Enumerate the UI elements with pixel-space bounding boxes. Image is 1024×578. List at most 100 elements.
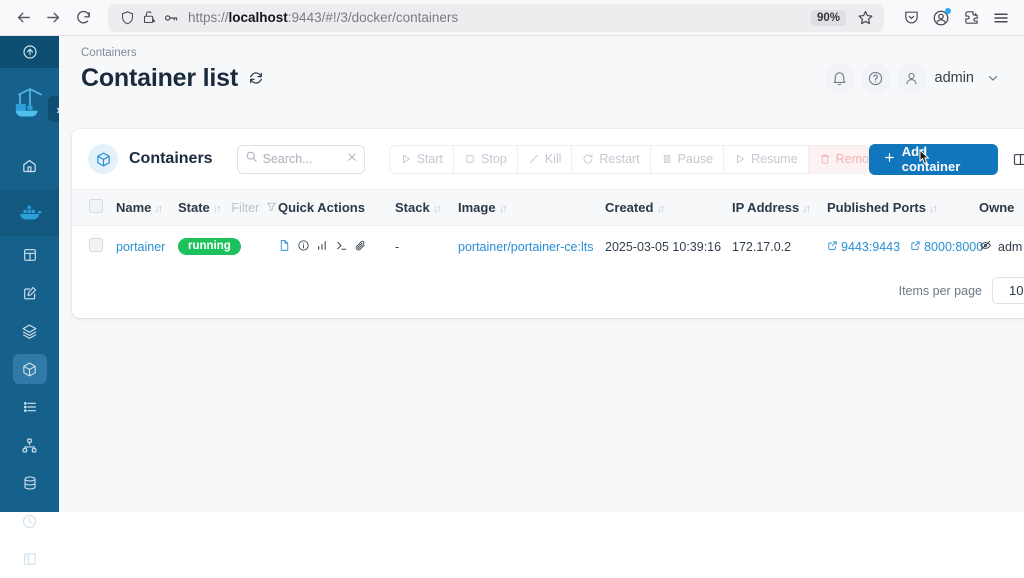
column-header-stack[interactable]: Stack ↓↑ bbox=[395, 190, 458, 226]
question-circle-icon[interactable] bbox=[860, 63, 891, 93]
account-icon[interactable] bbox=[926, 4, 956, 32]
pocket-icon[interactable] bbox=[896, 4, 926, 32]
user-icon[interactable] bbox=[896, 63, 927, 93]
key-icon[interactable] bbox=[160, 8, 182, 28]
select-all-header[interactable] bbox=[72, 190, 116, 226]
forward-arrow-icon[interactable] bbox=[38, 4, 68, 32]
extensions-icon[interactable] bbox=[956, 4, 986, 32]
row-checkbox[interactable] bbox=[89, 238, 103, 252]
restart-button[interactable]: Restart bbox=[572, 145, 651, 173]
sidebar-item-volumes[interactable] bbox=[0, 464, 59, 502]
sidebar-item-events[interactable] bbox=[0, 502, 59, 540]
sidebar-item-networks[interactable] bbox=[0, 426, 59, 464]
breadcrumb[interactable]: Containers bbox=[59, 36, 1024, 59]
cell-name[interactable]: portainer bbox=[116, 226, 178, 268]
containers-table: Name ↓↑ State ↓↑ Filter Quick Actions Stac… bbox=[72, 189, 1024, 267]
sidebar-item-home[interactable] bbox=[0, 140, 59, 190]
cell-stack: - bbox=[395, 239, 400, 254]
row-select-cell[interactable] bbox=[72, 226, 116, 268]
restart-button-label: Restart bbox=[599, 152, 640, 166]
column-header-published-ports[interactable]: Published Ports ↓↑ bbox=[827, 190, 979, 226]
attach-paperclip-icon[interactable] bbox=[354, 239, 367, 255]
column-header-ownership[interactable]: Owne bbox=[979, 190, 1024, 226]
logs-file-icon[interactable] bbox=[278, 239, 291, 255]
bell-icon[interactable] bbox=[824, 63, 855, 93]
account-notification-dot bbox=[945, 7, 951, 14]
list-icon bbox=[13, 392, 47, 422]
stop-button-label: Stop bbox=[480, 152, 507, 166]
image-link[interactable]: portainer/portainer-ce:lts bbox=[458, 240, 593, 254]
stop-button[interactable]: Stop bbox=[454, 145, 518, 173]
pause-button[interactable]: Pause bbox=[651, 145, 725, 173]
items-per-page-select[interactable]: 102550100 bbox=[992, 277, 1024, 304]
resume-button[interactable]: Resume bbox=[724, 145, 809, 173]
column-header-state[interactable]: State ↓↑ Filter bbox=[178, 190, 278, 226]
home-icon bbox=[13, 150, 47, 180]
published-port-link[interactable]: 9443:9443 bbox=[827, 240, 900, 254]
user-name[interactable]: admin bbox=[935, 70, 975, 86]
reload-icon[interactable] bbox=[68, 4, 98, 32]
portainer-logo-icon[interactable]: » bbox=[0, 68, 72, 140]
stats-chart-icon[interactable] bbox=[316, 239, 329, 255]
refresh-icon[interactable] bbox=[248, 70, 264, 86]
sort-icon: ↓↑ bbox=[154, 203, 163, 215]
table-toolbar: Containers Start Stop bbox=[72, 129, 1024, 189]
published-port-link[interactable]: 8000:8000 bbox=[910, 240, 983, 254]
status-badge: running bbox=[178, 238, 241, 255]
inspect-info-icon[interactable] bbox=[297, 239, 310, 255]
arrow-up-circle-icon[interactable] bbox=[0, 36, 59, 68]
column-header-created[interactable]: Created ↓↑ bbox=[605, 190, 732, 226]
page-title: Container list bbox=[81, 63, 238, 92]
cube-icon bbox=[12, 354, 47, 384]
plus-icon bbox=[883, 151, 896, 167]
sort-icon: ↓↑ bbox=[432, 203, 442, 215]
state-filter-label[interactable]: Filter bbox=[231, 201, 259, 215]
sidebar-item-host[interactable] bbox=[0, 540, 59, 578]
console-terminal-icon[interactable] bbox=[335, 239, 348, 255]
search-icon bbox=[245, 150, 258, 168]
cell-image[interactable]: portainer/portainer-ce:lts bbox=[458, 226, 605, 268]
url-text[interactable]: https://localhost:9443/#!/3/docker/conta… bbox=[188, 10, 811, 25]
url-bar[interactable]: https://localhost:9443/#!/3/docker/conta… bbox=[108, 3, 884, 32]
search-input[interactable] bbox=[262, 152, 341, 166]
sidebar-item-app-templates[interactable] bbox=[0, 274, 59, 312]
sidebar-item-images[interactable] bbox=[0, 388, 59, 426]
sidebar-item-containers[interactable] bbox=[0, 350, 59, 388]
sitemap-icon bbox=[13, 430, 47, 460]
cube-icon bbox=[88, 144, 118, 174]
sort-icon: ↓↑ bbox=[212, 203, 222, 215]
permissions-warning-icon[interactable] bbox=[138, 8, 160, 28]
browser-chrome: https://localhost:9443/#!/3/docker/conta… bbox=[0, 0, 1024, 36]
server-panel-icon bbox=[13, 544, 47, 574]
sidebar-item-dashboard[interactable] bbox=[0, 236, 59, 274]
kill-button[interactable]: Kill bbox=[518, 145, 573, 173]
eye-off-icon bbox=[979, 239, 992, 255]
start-button[interactable]: Start bbox=[390, 145, 454, 173]
star-icon[interactable] bbox=[854, 8, 876, 28]
select-all-checkbox[interactable] bbox=[89, 199, 103, 213]
start-button-label: Start bbox=[416, 152, 443, 166]
table-row[interactable]: portainer running - portainer/portainer-… bbox=[72, 226, 1024, 268]
cell-quick-actions bbox=[278, 226, 395, 268]
external-link-icon bbox=[910, 240, 921, 254]
column-header-image[interactable]: Image ↓↑ bbox=[458, 190, 605, 226]
sidebar-item-docker-environment[interactable] bbox=[0, 190, 59, 236]
column-header-name[interactable]: Name ↓↑ bbox=[116, 190, 178, 226]
search-box[interactable] bbox=[236, 144, 365, 174]
close-icon[interactable] bbox=[346, 150, 358, 168]
cell-ownership: adm bbox=[979, 226, 1024, 268]
add-container-button[interactable]: Add container bbox=[868, 143, 998, 175]
funnel-icon[interactable] bbox=[266, 200, 277, 215]
sidebar-item-stacks[interactable] bbox=[0, 312, 59, 350]
remove-button[interactable]: Remove bbox=[808, 145, 868, 173]
chevron-down-icon[interactable] bbox=[986, 71, 1000, 85]
zoom-level-badge[interactable]: 90% bbox=[810, 9, 846, 26]
cell-created: 2025-03-05 10:39:16 bbox=[605, 239, 722, 254]
pause-button-label: Pause bbox=[677, 152, 714, 166]
container-name-link[interactable]: portainer bbox=[116, 240, 165, 254]
hamburger-menu-icon[interactable] bbox=[986, 4, 1016, 32]
column-header-ip-address[interactable]: IP Address ↓↑ bbox=[732, 190, 827, 226]
columns-icon[interactable] bbox=[1012, 151, 1024, 168]
back-arrow-icon[interactable] bbox=[8, 4, 38, 32]
database-icon bbox=[13, 468, 47, 498]
